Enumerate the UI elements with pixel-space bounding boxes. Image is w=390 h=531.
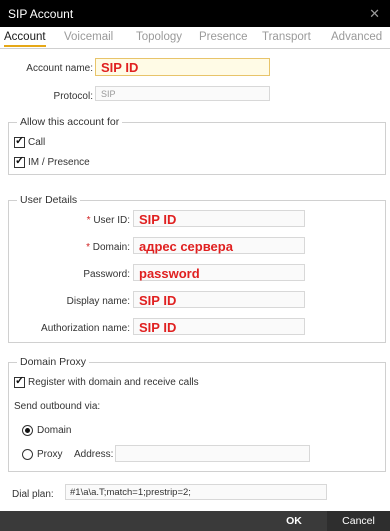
title-bar: SIP Account ✕	[0, 0, 390, 27]
check-icon: ✓	[15, 135, 25, 147]
dial-plan-input[interactable]: #1\a\a.T;match=1;prestrip=2;	[65, 484, 327, 500]
tab-advanced[interactable]: Advanced	[331, 31, 382, 43]
domain-input[interactable]: адрес сервера	[133, 237, 305, 254]
allow-legend: Allow this account for	[17, 116, 123, 128]
window-title: SIP Account	[8, 7, 74, 21]
user-id-label: * User ID:	[86, 215, 130, 226]
display-name-value: SIP ID	[139, 293, 177, 308]
protocol-field: SIP	[95, 86, 270, 101]
call-label: Call	[28, 137, 46, 148]
cancel-button[interactable]: Cancel	[327, 511, 390, 531]
password-value: password	[139, 266, 200, 281]
display-name-label: Display name:	[66, 296, 130, 307]
proxy-radio-label: Proxy	[37, 449, 63, 460]
address-label: Address:	[74, 449, 114, 460]
call-checkbox[interactable]: ✓	[14, 135, 25, 148]
display-name-input[interactable]: SIP ID	[133, 291, 305, 308]
dial-plan-label: Dial plan:	[12, 489, 54, 500]
required-mark: *	[86, 242, 90, 253]
domain-proxy-legend: Domain Proxy	[17, 356, 89, 368]
domain-label: * Domain:	[86, 242, 130, 253]
tab-presence[interactable]: Presence	[199, 31, 248, 43]
authorization-name-value: SIP ID	[139, 320, 177, 335]
user-id-input[interactable]: SIP ID	[133, 210, 305, 227]
required-mark: *	[86, 215, 91, 226]
authorization-name-label: Authorization name:	[41, 323, 130, 334]
check-icon: ✓	[15, 375, 25, 387]
password-input[interactable]: password	[133, 264, 305, 281]
user-details-legend: User Details	[17, 194, 81, 206]
ok-button[interactable]: OK	[265, 511, 323, 531]
close-icon[interactable]: ✕	[369, 6, 380, 22]
proxy-address-input[interactable]	[115, 445, 310, 462]
tab-transport[interactable]: Transport	[262, 31, 311, 43]
check-icon: ✓	[15, 155, 25, 167]
register-label: Register with domain and receive calls	[28, 377, 199, 388]
account-name-label: Account name:	[26, 63, 93, 74]
tab-account[interactable]: Account	[4, 31, 46, 47]
authorization-name-input[interactable]: SIP ID	[133, 318, 305, 335]
radio-dot-icon	[25, 428, 30, 433]
dial-plan-value: #1\a\a.T;match=1;prestrip=2;	[70, 487, 191, 498]
send-outbound-label: Send outbound via:	[14, 401, 101, 412]
tab-voicemail[interactable]: Voicemail	[64, 31, 113, 43]
account-name-value: SIP ID	[101, 60, 139, 75]
password-label: Password:	[83, 269, 130, 280]
proxy-radio[interactable]	[22, 449, 33, 460]
register-checkbox[interactable]: ✓	[14, 375, 25, 388]
account-name-input[interactable]: SIP ID	[95, 58, 270, 76]
tab-bar: Account Voicemail Topology Presence Tran…	[0, 27, 390, 49]
im-presence-label: IM / Presence	[28, 157, 90, 168]
domain-radio[interactable]	[22, 425, 33, 436]
im-presence-checkbox[interactable]: ✓	[14, 155, 25, 168]
user-id-value: SIP ID	[139, 212, 177, 227]
domain-value: адрес сервера	[139, 239, 233, 254]
protocol-label: Protocol:	[53, 91, 93, 102]
domain-radio-label: Domain	[37, 425, 72, 436]
protocol-value: SIP	[101, 89, 116, 99]
tab-topology[interactable]: Topology	[136, 31, 182, 43]
